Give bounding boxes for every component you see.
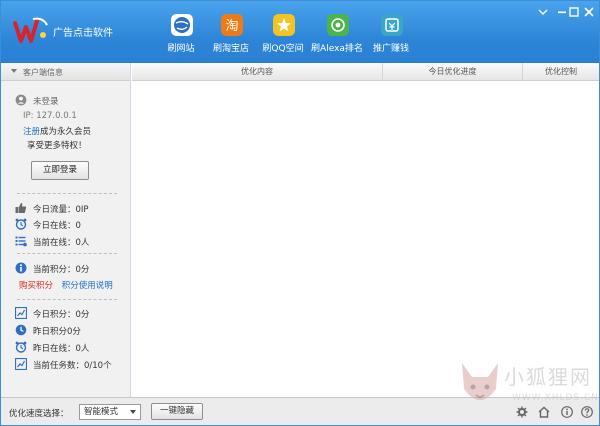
column-header-content[interactable]: 优化内容: [132, 63, 383, 81]
points-text: 当前积分：0分: [33, 265, 90, 275]
info-icon: [15, 262, 27, 274]
chevron-down-icon: [130, 410, 136, 414]
svg-text:淘: 淘: [225, 19, 238, 34]
nav-item-alexa[interactable]: 刷Alexa排名: [309, 11, 365, 59]
divider: [17, 253, 117, 254]
register-line: 注册成为永久会员: [23, 125, 91, 139]
privilege-text: 享受更多特权！: [27, 141, 87, 151]
ip-address: IP: 127.0.0.1: [23, 111, 77, 121]
watermark-url: WWW.XHLDS.CN: [512, 393, 599, 403]
thumb-icon: [15, 203, 27, 213]
register-link[interactable]: 注册: [23, 127, 40, 137]
stat-text: 今日流量：0IP: [33, 205, 89, 215]
app-logo: 广告点击软件: [13, 15, 123, 45]
column-header-control[interactable]: 优化控制: [523, 63, 599, 81]
alarm-clock-icon: [15, 218, 27, 230]
list-icon: [15, 236, 27, 247]
stat-text: 昨日在线：0人: [33, 344, 90, 354]
stat-text: 今日在线：0: [33, 221, 81, 231]
speed-label: 优化速度选择：: [9, 409, 69, 419]
points-help-link[interactable]: 积分使用说明: [62, 281, 113, 291]
watermark: 小狐狸网 WWW.XHLDS.CN: [456, 359, 599, 423]
nav-item-earn[interactable]: 推广赚钱: [363, 11, 419, 59]
stat-text: 当前任务数：0/10个: [33, 361, 112, 371]
hide-all-button[interactable]: 一键隐藏: [151, 403, 203, 420]
star-icon: [273, 14, 295, 36]
menu-dropdown-icon[interactable]: [535, 5, 551, 19]
at-sign-icon: [327, 14, 349, 36]
stat-text: 今日积分：0分: [33, 310, 90, 320]
logo-mark-icon: [13, 17, 48, 43]
stat-text: 当前在线：0人: [33, 238, 90, 248]
maximize-icon[interactable]: [566, 5, 582, 19]
chart-icon: [15, 358, 27, 370]
speed-mode-value: 智能模式: [84, 407, 119, 417]
nav-item-qzone[interactable]: 刷QQ空间: [255, 11, 311, 59]
divider: [17, 193, 117, 194]
nav-item-website[interactable]: 刷网站: [153, 11, 209, 59]
sidebar-header[interactable]: 客户端信息: [1, 63, 130, 81]
speed-mode-select[interactable]: 智能模式: [79, 404, 141, 420]
nav-item-taobao[interactable]: 淘 刷淘宝店: [203, 11, 259, 59]
nav-label-website: 刷网站: [167, 44, 195, 54]
watermark-text: 小狐狸网: [504, 365, 592, 389]
top-header: 广告点击软件 刷网站 淘 刷淘宝店 刷QQ空间 刷Alexa排名 推广赚钱: [1, 1, 599, 63]
task-table: 优化内容 今日优化进度 优化控制: [132, 63, 599, 397]
nav-label-earn: 推广赚钱: [372, 44, 409, 54]
login-status-text: 未登录: [33, 97, 59, 107]
collapse-caret-icon: [11, 69, 17, 73]
close-icon[interactable]: [581, 5, 597, 19]
points-links: 购买积分 积分使用说明: [19, 279, 113, 293]
app-title: 广告点击软件: [53, 28, 113, 39]
buy-points-link[interactable]: 购买积分: [19, 281, 53, 291]
stat-text: 昨日积分0分: [33, 327, 81, 337]
globe-icon: [171, 14, 193, 36]
chart-icon: [15, 307, 27, 319]
fox-logo-icon: [462, 363, 498, 400]
register-promo-text: 成为永久会员: [40, 127, 92, 137]
user-icon: [15, 94, 27, 106]
alarm-clock-icon: [15, 341, 27, 353]
nav-label-alexa: 刷Alexa排名: [311, 44, 363, 54]
nav-label-taobao: 刷淘宝店: [212, 44, 249, 54]
taobao-icon: 淘: [221, 14, 243, 36]
clock-icon: [15, 324, 27, 336]
login-button[interactable]: 立即登录: [31, 161, 89, 180]
app-window: 广告点击软件 刷网站 淘 刷淘宝店 刷QQ空间 刷Alexa排名 推广赚钱 客户…: [0, 0, 600, 426]
nav-label-qzone: 刷QQ空间: [262, 44, 304, 54]
sidebar-header-title: 客户端信息: [23, 68, 63, 77]
column-header-progress[interactable]: 今日优化进度: [383, 63, 523, 81]
divider: [17, 299, 117, 300]
client-info-sidebar: 客户端信息 未登录 IP: 127.0.0.1 注册成为永久会员 享受更多特权！…: [1, 63, 131, 397]
money-icon: [381, 14, 403, 36]
